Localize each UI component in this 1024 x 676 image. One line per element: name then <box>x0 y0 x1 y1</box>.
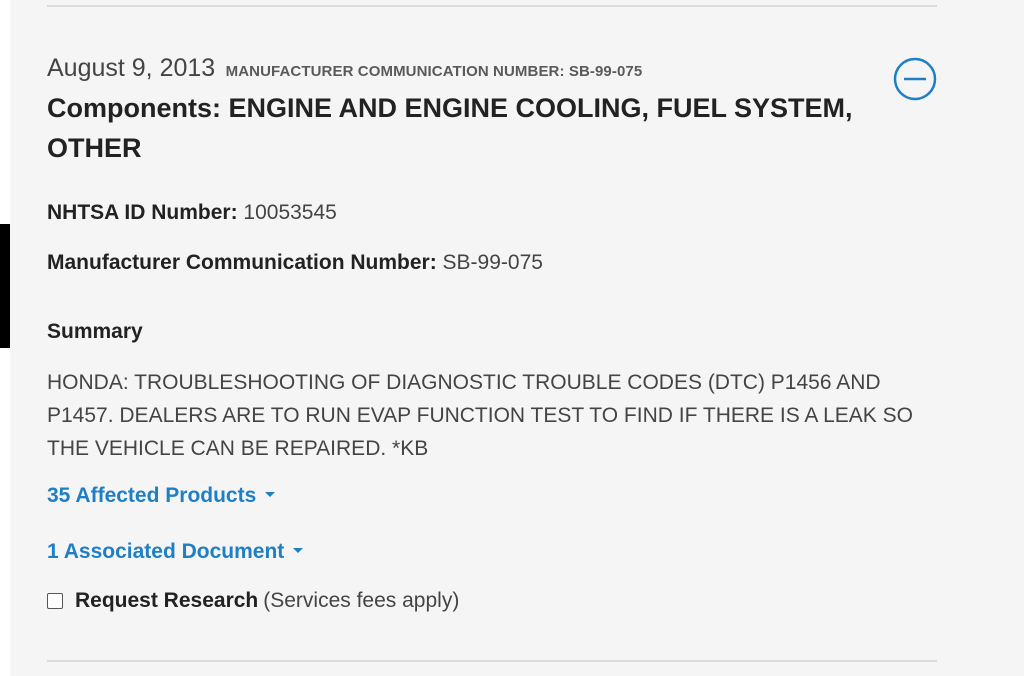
collapse-button[interactable] <box>893 57 937 101</box>
recall-record-page: August 9, 2013 MANUFACTURER COMMUNICATIO… <box>0 0 1024 676</box>
request-research-checkbox[interactable] <box>47 593 63 609</box>
components-heading: Components: ENGINE AND ENGINE COOLING, F… <box>47 93 853 163</box>
caret-down-icon <box>293 547 304 553</box>
top-divider <box>47 5 937 7</box>
request-research-note: (Services fees apply) <box>263 589 460 612</box>
record-date: August 9, 2013 <box>47 54 216 82</box>
minus-circle-icon <box>893 57 937 101</box>
manufacturer-comm-value: SB-99-075 <box>442 251 543 274</box>
nhtsa-id-label: NHTSA ID Number: <box>47 201 238 224</box>
associated-document-dropdown[interactable]: 1 Associated Document <box>47 540 304 564</box>
manufacturer-comm-label: Manufacturer Communication Number: <box>47 251 437 274</box>
request-research-label[interactable]: Request Research <box>75 589 258 613</box>
left-edge-marker <box>0 224 10 348</box>
affected-products-dropdown[interactable]: 35 Affected Products <box>47 484 276 508</box>
manufacturer-comm-field: Manufacturer Communication Number: SB-99… <box>47 251 543 275</box>
caret-down-icon <box>265 491 276 497</box>
nhtsa-id-field: NHTSA ID Number: 10053545 <box>47 201 337 225</box>
record-mcn-header: MANUFACTURER COMMUNICATION NUMBER: SB-99… <box>225 63 643 80</box>
nhtsa-id-value: 10053545 <box>243 201 337 224</box>
associated-document-label: 1 Associated Document <box>47 540 285 563</box>
summary-text: HONDA: TROUBLESHOOTING OF DIAGNOSTIC TRO… <box>47 371 913 460</box>
record-header: August 9, 2013 MANUFACTURER COMMUNICATIO… <box>47 54 642 83</box>
bottom-divider <box>47 660 937 662</box>
summary-heading: Summary <box>47 320 143 343</box>
affected-products-label: 35 Affected Products <box>47 484 257 507</box>
request-research-row: Request Research (Services fees apply) <box>47 589 459 613</box>
